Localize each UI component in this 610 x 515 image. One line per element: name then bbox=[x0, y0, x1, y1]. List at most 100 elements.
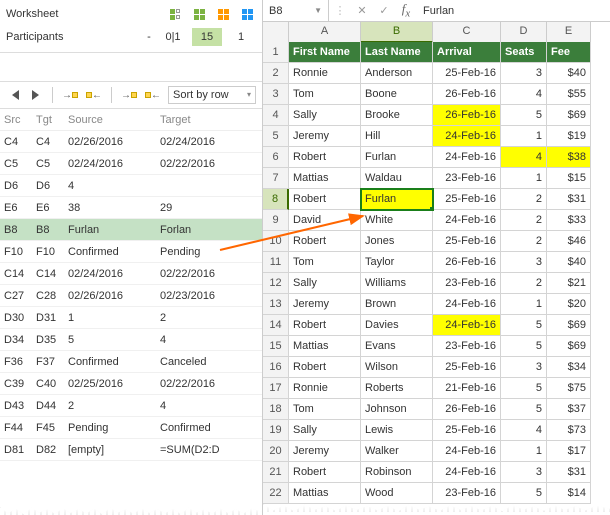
cell[interactable]: 25-Feb-16 bbox=[433, 231, 501, 252]
cell[interactable]: Ronnie bbox=[289, 63, 361, 84]
cell[interactable]: 3 bbox=[501, 462, 547, 483]
cell[interactable]: $40 bbox=[547, 63, 591, 84]
cell[interactable]: Brooke bbox=[361, 105, 433, 126]
cell[interactable]: Robert bbox=[289, 315, 361, 336]
cell[interactable]: $69 bbox=[547, 315, 591, 336]
row-header[interactable]: 1 bbox=[263, 42, 289, 63]
col-header-A[interactable]: A bbox=[289, 22, 361, 43]
row-header[interactable]: 17 bbox=[263, 378, 289, 399]
row-header[interactable]: 2 bbox=[263, 63, 289, 84]
cell[interactable]: 2 bbox=[501, 273, 547, 294]
row-header[interactable]: 18 bbox=[263, 399, 289, 420]
cell[interactable]: $21 bbox=[547, 273, 591, 294]
cell[interactable]: Mattias bbox=[289, 483, 361, 504]
diff-row[interactable]: D43D4424 bbox=[0, 395, 262, 417]
cell[interactable]: Robert bbox=[289, 189, 361, 210]
cell[interactable]: 24-Feb-16 bbox=[433, 441, 501, 462]
cell[interactable]: $19 bbox=[547, 126, 591, 147]
row-header[interactable]: 11 bbox=[263, 252, 289, 273]
cell[interactable]: $69 bbox=[547, 105, 591, 126]
cell[interactable]: $33 bbox=[547, 210, 591, 231]
diff-row[interactable]: C27C2802/26/201602/23/2016 bbox=[0, 285, 262, 307]
cell[interactable]: Wilson bbox=[361, 357, 433, 378]
cell[interactable]: 24-Feb-16 bbox=[433, 210, 501, 231]
cell[interactable]: Lewis bbox=[361, 420, 433, 441]
cell[interactable]: $31 bbox=[547, 462, 591, 483]
diff-row[interactable]: D34D3554 bbox=[0, 329, 262, 351]
cell[interactable]: 25-Feb-16 bbox=[433, 189, 501, 210]
row-header[interactable]: 19 bbox=[263, 420, 289, 441]
cell[interactable]: Brown bbox=[361, 294, 433, 315]
cell[interactable]: $15 bbox=[547, 168, 591, 189]
cell[interactable]: 25-Feb-16 bbox=[433, 63, 501, 84]
row-header[interactable]: 20 bbox=[263, 441, 289, 462]
cell[interactable]: 23-Feb-16 bbox=[433, 273, 501, 294]
cell[interactable]: 24-Feb-16 bbox=[433, 126, 501, 147]
cell[interactable]: 4 bbox=[501, 147, 547, 168]
cell[interactable]: $37 bbox=[547, 399, 591, 420]
cell[interactable]: Evans bbox=[361, 336, 433, 357]
cell[interactable]: Arrival bbox=[433, 42, 501, 63]
cell[interactable]: 4 bbox=[501, 84, 547, 105]
cell[interactable]: 26-Feb-16 bbox=[433, 105, 501, 126]
diff-row[interactable]: C14C1402/24/201602/22/2016 bbox=[0, 263, 262, 285]
row-header[interactable]: 8 bbox=[263, 189, 289, 210]
cell[interactable]: $75 bbox=[547, 378, 591, 399]
cell[interactable]: Sally bbox=[289, 273, 361, 294]
row-header[interactable]: 9 bbox=[263, 210, 289, 231]
cell[interactable]: Williams bbox=[361, 273, 433, 294]
view-columns-icon[interactable] bbox=[166, 6, 184, 22]
jump-next-icon[interactable]: → bbox=[120, 87, 138, 103]
cell[interactable]: 3 bbox=[501, 357, 547, 378]
row-header[interactable]: 12 bbox=[263, 273, 289, 294]
cell[interactable]: 5 bbox=[501, 336, 547, 357]
cell[interactable]: Jeremy bbox=[289, 294, 361, 315]
prev-button[interactable] bbox=[6, 87, 24, 103]
cell[interactable]: 23-Feb-16 bbox=[433, 168, 501, 189]
cell[interactable]: Furlan bbox=[361, 189, 433, 210]
cell[interactable]: 26-Feb-16 bbox=[433, 252, 501, 273]
cell[interactable]: Robert bbox=[289, 462, 361, 483]
diff-row[interactable]: F36F37ConfirmedCanceled bbox=[0, 351, 262, 373]
jump-prev-icon[interactable]: ← bbox=[85, 87, 103, 103]
cell[interactable]: 3 bbox=[501, 252, 547, 273]
row-header[interactable]: 3 bbox=[263, 84, 289, 105]
cell[interactable]: 2 bbox=[501, 210, 547, 231]
cell[interactable]: 23-Feb-16 bbox=[433, 483, 501, 504]
cell[interactable]: Anderson bbox=[361, 63, 433, 84]
cell[interactable]: $46 bbox=[547, 231, 591, 252]
cell[interactable]: First Name bbox=[289, 42, 361, 63]
spreadsheet[interactable]: ABCDE 1First NameLast NameArrivalSeatsFe… bbox=[263, 22, 610, 515]
cell[interactable]: $73 bbox=[547, 420, 591, 441]
cell[interactable]: 5 bbox=[501, 483, 547, 504]
cell[interactable]: Johnson bbox=[361, 399, 433, 420]
cell[interactable]: Jones bbox=[361, 231, 433, 252]
cell[interactable]: 24-Feb-16 bbox=[433, 462, 501, 483]
cell[interactable]: 1 bbox=[501, 294, 547, 315]
cell[interactable]: 25-Feb-16 bbox=[433, 420, 501, 441]
diff-row[interactable]: C4C402/26/201602/24/2016 bbox=[0, 131, 262, 153]
diff-row[interactable]: C5C502/24/201602/22/2016 bbox=[0, 153, 262, 175]
cell[interactable]: 21-Feb-16 bbox=[433, 378, 501, 399]
row-header[interactable]: 14 bbox=[263, 315, 289, 336]
fx-button[interactable]: fx bbox=[395, 1, 417, 21]
select-all-corner[interactable] bbox=[263, 22, 289, 43]
col-target[interactable]: Target bbox=[156, 114, 248, 126]
cell[interactable]: Robert bbox=[289, 147, 361, 168]
cell[interactable]: White bbox=[361, 210, 433, 231]
diff-row[interactable]: B8B8FurlanForlan bbox=[0, 219, 262, 241]
row-header[interactable]: 5 bbox=[263, 126, 289, 147]
formula-value[interactable]: Furlan bbox=[417, 5, 610, 17]
diff-row[interactable]: C39C4002/25/201602/22/2016 bbox=[0, 373, 262, 395]
cell[interactable]: Tom bbox=[289, 252, 361, 273]
jump-first-icon[interactable]: → bbox=[61, 87, 79, 103]
cell[interactable]: Sally bbox=[289, 420, 361, 441]
cell[interactable]: Furlan bbox=[361, 147, 433, 168]
cell[interactable]: $38 bbox=[547, 147, 591, 168]
row-header[interactable]: 4 bbox=[263, 105, 289, 126]
cell[interactable]: 5 bbox=[501, 105, 547, 126]
cell[interactable]: $40 bbox=[547, 252, 591, 273]
cell[interactable]: 2 bbox=[501, 231, 547, 252]
cell[interactable]: Jeremy bbox=[289, 441, 361, 462]
cell[interactable]: $34 bbox=[547, 357, 591, 378]
